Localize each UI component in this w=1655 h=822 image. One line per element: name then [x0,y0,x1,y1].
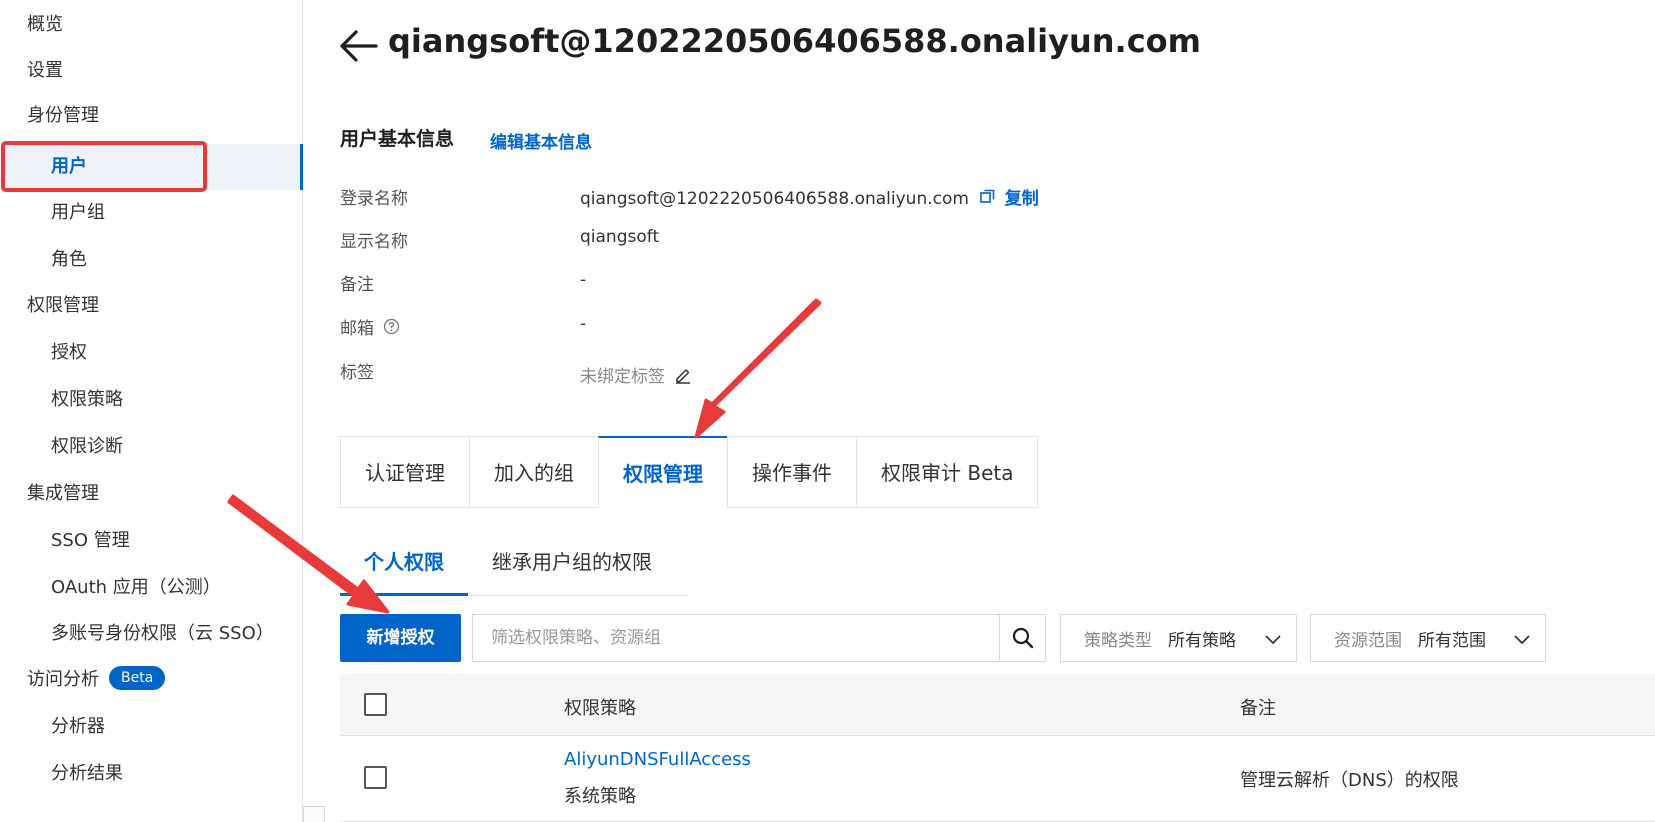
column-header-remark: 备注 [1240,698,1276,719]
email-value: - [580,314,587,334]
remark-label: 备注 [340,275,374,295]
back-arrow-icon[interactable] [339,28,379,64]
copy-icon[interactable] [980,189,995,209]
scope-value: 所有范围 [1418,630,1486,651]
sidebar-item-cloud-sso[interactable]: 多账号身份权限（云 SSO） [0,611,302,657]
permission-subtabs: 个人权限 继承用户组的权限 [340,538,688,596]
sidebar-item-sso-management[interactable]: SSO 管理 [0,518,302,564]
column-header-policy: 权限策略 [564,698,636,719]
login-name-label: 登录名称 [340,189,408,209]
display-name-value: qiangsoft [580,227,660,247]
sidebar-item-analyzers[interactable]: 分析器 [0,704,302,750]
add-grant-button[interactable]: 新增授权 [340,614,461,662]
login-name-text: qiangsoft@1202220506406588.onaliyun.com [580,189,969,209]
tab-operation-events[interactable]: 操作事件 [727,436,856,508]
page-title: qiangsoft@1202220506406588.onaliyun.com [388,22,1201,60]
sidebar-item-permission-diagnosis[interactable]: 权限诊断 [0,424,302,470]
sidebar-item-overview[interactable]: 概览 [0,2,302,48]
chevron-down-icon [1265,635,1281,645]
login-name-value: qiangsoft@1202220506406588.onaliyun.com … [580,184,1039,209]
policy-name-link[interactable]: AliyunDNSFullAccess [564,749,751,770]
search-box [472,614,1046,662]
sidebar-item-access-analysis[interactable]: 访问分析 Beta [0,657,302,703]
sidebar-item-roles[interactable]: 角色 [0,237,302,283]
sidebar-item-analysis-results[interactable]: 分析结果 [0,751,302,797]
remark-value: - [580,270,587,290]
table-header: 权限策略 备注 [340,674,1655,736]
detail-tabs: 认证管理 加入的组 权限管理 操作事件 权限审计 Beta [340,436,1039,508]
sidebar-collapse-handle[interactable] [303,806,325,822]
tag-value-text: 未绑定标签 [580,367,665,387]
sidebar: 概览 设置 身份管理 用户 用户组 角色 权限管理 授权 权限策略 权限诊断 集… [0,0,303,822]
help-icon[interactable] [383,318,400,340]
policy-type-select[interactable]: 策略类型 所有策略 [1060,614,1297,662]
beta-badge: Beta [109,666,166,690]
tab-permission-management[interactable]: 权限管理 [598,436,727,508]
sidebar-item-integration-management[interactable]: 集成管理 [0,471,302,517]
policy-type-label: 策略类型 [1084,630,1152,651]
subtab-personal-permissions[interactable]: 个人权限 [340,538,468,596]
email-label: 邮箱 [340,314,400,340]
display-name-label: 显示名称 [340,232,408,252]
email-label-text: 邮箱 [340,319,374,339]
search-input[interactable] [473,615,998,661]
highlight-box [1,141,207,192]
sidebar-item-oauth-apps[interactable]: OAuth 应用（公测） [0,565,302,611]
sidebar-item-settings[interactable]: 设置 [0,48,302,94]
policy-type-value: 所有策略 [1168,630,1236,651]
row-checkbox[interactable] [364,766,387,789]
edit-basic-info-link[interactable]: 编辑基本信息 [490,128,592,153]
arrow-to-permission-tab-icon [694,298,822,439]
sidebar-item-user-groups[interactable]: 用户组 [0,190,302,236]
tag-value: 未绑定标签 [580,362,692,389]
scope-label: 资源范围 [1334,630,1402,651]
policy-type-text: 系统策略 [564,786,636,807]
sidebar-item-permission-management[interactable]: 权限管理 [0,283,302,329]
tab-authentication[interactable]: 认证管理 [340,436,469,508]
subtab-inherited-permissions[interactable]: 继承用户组的权限 [468,538,676,596]
scope-select[interactable]: 资源范围 所有范围 [1310,614,1546,662]
section-title: 用户基本信息 [340,128,455,150]
chevron-down-icon [1514,635,1530,645]
policy-remark-text: 管理云解析（DNS）的权限 [1240,770,1459,791]
select-all-checkbox[interactable] [364,693,387,716]
edit-pencil-icon[interactable] [674,366,692,389]
sidebar-item-policies[interactable]: 权限策略 [0,377,302,423]
copy-button[interactable]: 复制 [1005,189,1039,209]
sidebar-item-identity-management[interactable]: 身份管理 [0,93,302,139]
search-icon [1012,627,1033,649]
tag-label: 标签 [340,363,374,383]
sidebar-item-grants[interactable]: 授权 [0,330,302,376]
sidebar-item-label: 访问分析 [27,669,99,690]
tab-permission-audit[interactable]: 权限审计 Beta [856,436,1039,508]
table-row: AliyunDNSFullAccess 系统策略 管理云解析（DNS）的权限 [340,736,1655,822]
search-button[interactable] [999,615,1045,661]
tab-joined-groups[interactable]: 加入的组 [469,436,598,508]
